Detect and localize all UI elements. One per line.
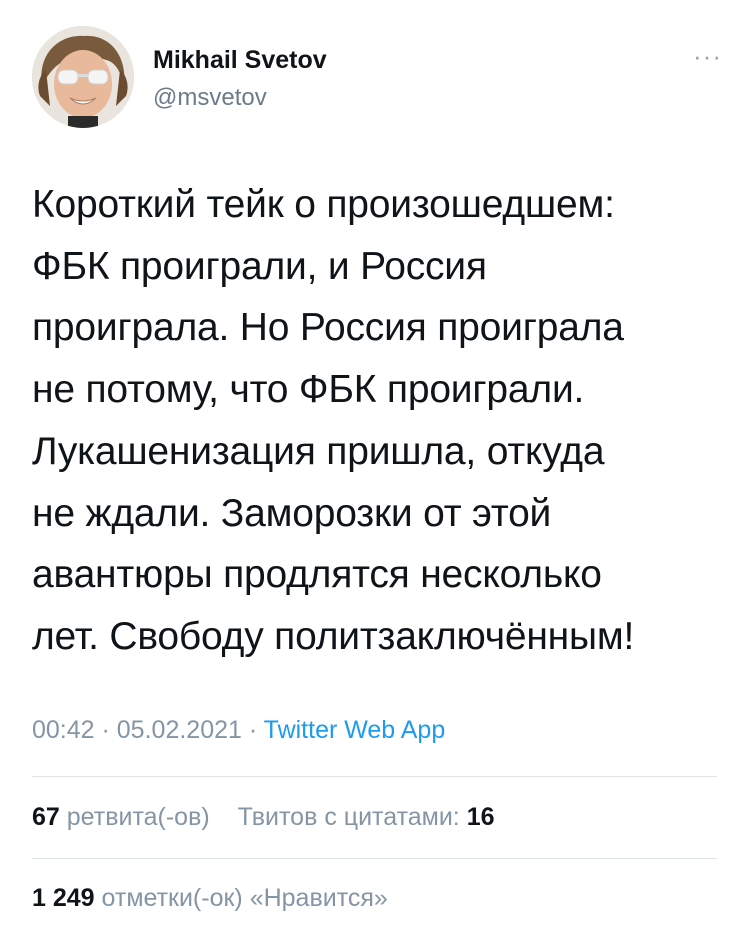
author-handle[interactable]: @msvetov <box>153 84 267 112</box>
likes-count: 1 249 <box>32 884 95 912</box>
tweet-line: Лукашенизация пришла, откуда <box>32 429 605 473</box>
tweet-line: Короткий тейк о произошедшем: <box>32 183 615 226</box>
quotes-link[interactable]: Твитов с цитатами: 16 <box>238 803 495 831</box>
tweet-line: проиграла. Но Россия проиграла <box>32 306 624 350</box>
meta-separator: · <box>241 716 264 744</box>
quotes-label: Твитов с цитатами: <box>237 803 460 831</box>
retweets-label: ретвита(-ов) <box>66 803 210 831</box>
author-name[interactable]: Mikhail Svetov <box>153 46 327 75</box>
divider <box>32 776 717 777</box>
likes-link[interactable]: 1 249 отметки(-ок) «Нравится» <box>32 884 388 912</box>
tweet-text: Короткий тейк о произошедшем: ФБК проигр… <box>32 174 722 668</box>
tweet-line: не потому, что ФБК проиграли. <box>32 368 585 412</box>
meta-separator: · <box>94 716 117 744</box>
likes-label: отметки(-ок) «Нравится» <box>101 884 388 912</box>
retweet-stats: 67 ретвита(-ов) Твитов с цитатами: 16 <box>32 803 495 832</box>
quotes-count: 16 <box>466 803 495 831</box>
tweet-line: ФБК проиграли, и Россия <box>32 244 487 288</box>
tweet-meta: 00:42 · 05.02.2021 · Twitter Web App <box>32 716 445 745</box>
tweet-header: Mikhail Svetov @msvetov ··· <box>32 26 722 136</box>
avatar[interactable] <box>32 26 134 128</box>
like-stats: 1 249 отметки(-ок) «Нравится» <box>32 884 388 913</box>
tweet-line: авантюры продлятся несколько <box>32 553 602 597</box>
divider <box>32 858 717 859</box>
tweet-time[interactable]: 00:42 <box>32 716 95 744</box>
avatar-photo <box>32 26 134 128</box>
retweets-link[interactable]: 67 ретвита(-ов) <box>32 803 210 831</box>
retweets-count: 67 <box>32 803 60 831</box>
more-options-icon[interactable]: ··· <box>693 43 722 69</box>
tweet-date[interactable]: 05.02.2021 <box>117 716 242 744</box>
tweet-line: не ждали. Заморозки от этой <box>32 491 552 535</box>
tweet-source-link[interactable]: Twitter Web App <box>264 716 446 744</box>
tweet-line: лет. Свободу политзаключённым! <box>32 614 635 658</box>
